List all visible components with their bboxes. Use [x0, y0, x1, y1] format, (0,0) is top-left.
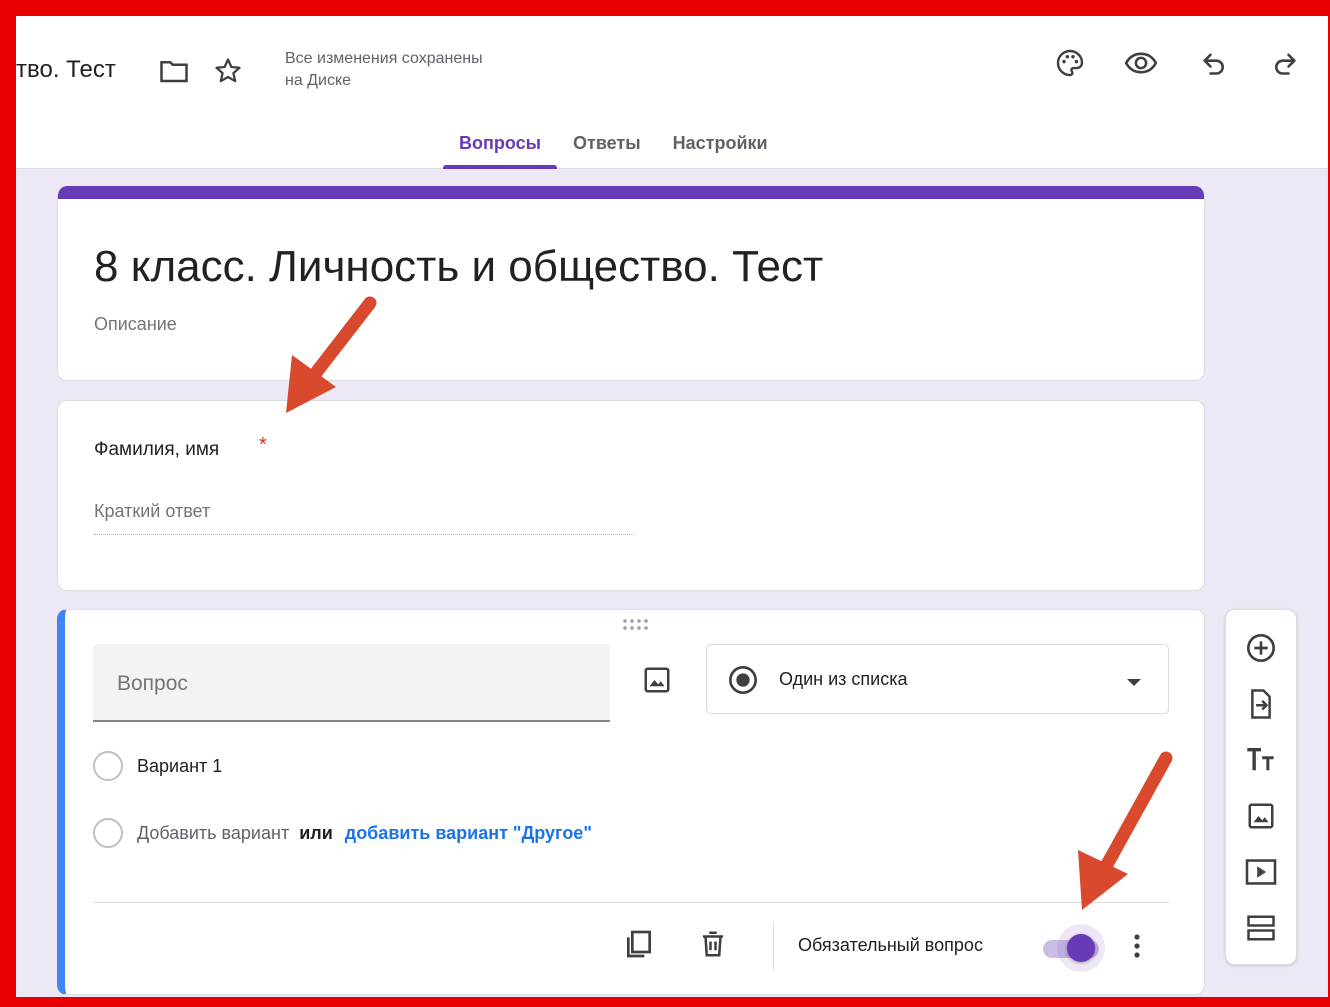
- folder-icon[interactable]: [156, 53, 192, 89]
- title-text-icon[interactable]: [1243, 742, 1279, 778]
- tab-questions[interactable]: Вопросы: [443, 126, 558, 169]
- or-label: или: [299, 822, 333, 843]
- drag-handle-icon[interactable]: [621, 616, 651, 634]
- redo-icon[interactable]: [1267, 45, 1303, 81]
- form-description[interactable]: Описание: [94, 314, 177, 335]
- question-title: Фамилия, имя: [94, 439, 220, 460]
- add-question-icon[interactable]: [1243, 630, 1279, 666]
- radio-type-icon: [727, 664, 759, 701]
- accent-bar: [58, 186, 1204, 199]
- add-other-option-link[interactable]: добавить вариант "Другое": [345, 823, 592, 844]
- eye-icon[interactable]: [1123, 45, 1159, 81]
- save-status-line2: на Диске: [285, 72, 352, 89]
- undo-icon[interactable]: [1196, 45, 1232, 81]
- more-vertical-icon[interactable]: [1125, 928, 1149, 964]
- tabs: Вопросы Ответы Настройки: [443, 126, 784, 169]
- document-title[interactable]: тво. Тест: [16, 56, 116, 84]
- short-answer-field: Краткий ответ: [94, 501, 634, 535]
- header: тво. Тест Все изменения сохранены на Дис…: [16, 16, 1328, 169]
- import-questions-icon[interactable]: [1243, 686, 1279, 722]
- forms-editor: тво. Тест Все изменения сохранены на Дис…: [16, 16, 1328, 997]
- trash-icon[interactable]: [695, 926, 731, 962]
- required-toggle[interactable]: [1035, 924, 1107, 972]
- footer-divider: [773, 922, 774, 970]
- add-option-row: Добавить вариант или добавить вариант "Д…: [93, 818, 592, 848]
- question-type-label: Один из списка: [779, 669, 908, 689]
- section-icon[interactable]: [1243, 910, 1279, 946]
- option-row[interactable]: Вариант 1: [93, 751, 222, 781]
- question-card-name[interactable]: Фамилия, имя * Краткий ответ: [57, 400, 1205, 591]
- video-icon[interactable]: [1243, 854, 1279, 890]
- toggle-knob[interactable]: [1067, 934, 1095, 962]
- image-icon[interactable]: [1243, 798, 1279, 834]
- add-image-icon[interactable]: [639, 662, 675, 698]
- form-title-card[interactable]: 8 класс. Личность и общество. Тест Описа…: [57, 186, 1205, 381]
- question-card-active[interactable]: Вопрос Один из списка Вариант 1 Добавить…: [57, 609, 1205, 995]
- required-label: Обязательный вопрос: [798, 935, 983, 955]
- add-option-button[interactable]: Добавить вариант: [137, 823, 289, 844]
- side-toolbar: [1225, 609, 1297, 965]
- required-asterisk: *: [259, 434, 267, 456]
- question-type-dropdown[interactable]: Один из списка: [706, 644, 1169, 714]
- tab-settings[interactable]: Настройки: [657, 126, 784, 169]
- chevron-down-icon: [1126, 675, 1142, 693]
- star-icon[interactable]: [210, 53, 246, 89]
- radio-circle-icon: [93, 751, 123, 781]
- question-title-input[interactable]: Вопрос: [93, 644, 610, 722]
- save-status-line1: Все изменения сохранены: [285, 50, 483, 67]
- save-status: Все изменения сохранены на Диске: [285, 48, 545, 92]
- duplicate-icon[interactable]: [621, 926, 657, 962]
- form-title[interactable]: 8 класс. Личность и общество. Тест: [94, 242, 823, 292]
- divider: [93, 902, 1169, 903]
- radio-circle-icon: [93, 818, 123, 848]
- palette-icon[interactable]: [1052, 45, 1088, 81]
- question-title-placeholder: Вопрос: [117, 672, 188, 695]
- tab-responses[interactable]: Ответы: [557, 126, 657, 169]
- option-label[interactable]: Вариант 1: [137, 756, 222, 777]
